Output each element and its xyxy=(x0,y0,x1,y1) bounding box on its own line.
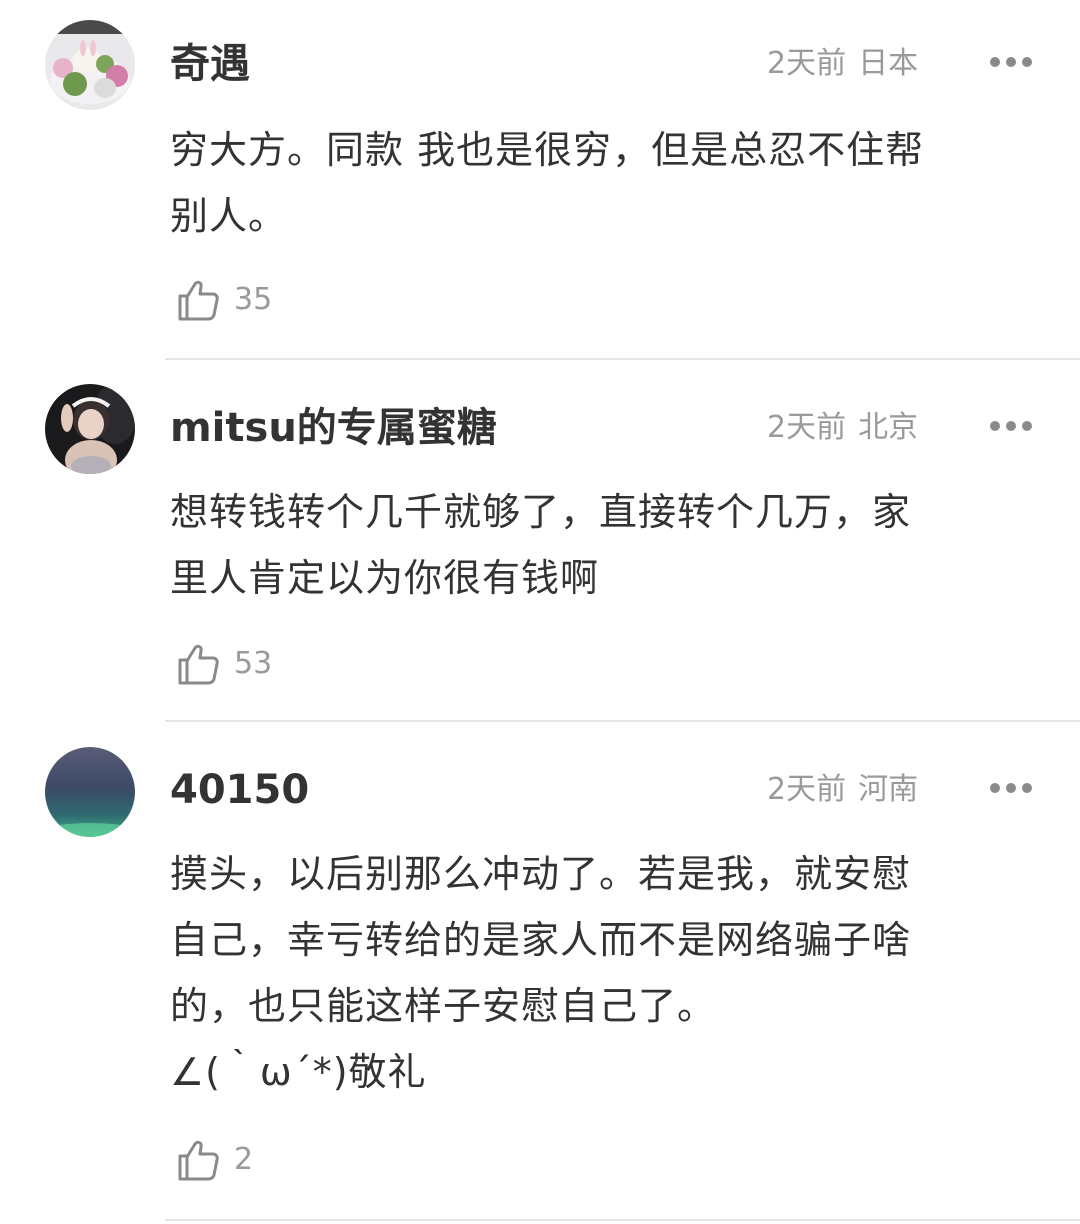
location: 北京 xyxy=(858,410,919,445)
like-button[interactable]: 53 xyxy=(176,640,272,688)
timestamp: 2天前 xyxy=(767,46,847,81)
divider xyxy=(165,358,1080,360)
avatar[interactable] xyxy=(45,20,135,110)
like-button[interactable]: 35 xyxy=(176,276,272,324)
username[interactable]: mitsu的专属蜜糖 xyxy=(170,404,497,452)
more-dots-icon[interactable] xyxy=(986,778,1036,798)
divider xyxy=(165,1219,1080,1221)
comment-text-line: 穷大方。同款 我也是很穷，但是总忍不住帮 xyxy=(170,128,925,172)
comment-text: 想转钱转个几千就够了，直接转个几万，家 里人肯定以为你很有钱啊 xyxy=(170,479,1050,611)
more-dots-icon[interactable] xyxy=(986,52,1036,72)
like-button[interactable]: 2 xyxy=(176,1136,253,1184)
comment-meta: 2天前 河南 xyxy=(767,770,918,810)
timestamp: 2天前 xyxy=(767,772,847,807)
comment-text-line: 里人肯定以为你很有钱啊 xyxy=(170,556,600,600)
thumbs-up-icon xyxy=(178,280,219,321)
comment-meta: 2天前 北京 xyxy=(767,408,918,448)
comment-text-line: 自己，幸亏转给的是家人而不是网络骗子啥 xyxy=(170,918,912,962)
dessert-photo-avatar xyxy=(45,20,135,110)
username[interactable]: 40150 xyxy=(170,766,309,814)
comment-list: 奇遇 2天前 日本 穷大方。同款 我也是很穷，但是总忍不住帮 别人。 35 mi… xyxy=(0,0,1080,1224)
comment-text: 穷大方。同款 我也是很穷，但是总忍不住帮 别人。 xyxy=(170,117,1050,249)
comment-text-line: ∠(｀ω´*)敬礼 xyxy=(170,1050,427,1094)
comment-item: mitsu的专属蜜糖 2天前 北京 想转钱转个几千就够了，直接转个几万，家 里人肯… xyxy=(0,362,1080,722)
comment-text-line: 想转钱转个几千就够了，直接转个几万，家 xyxy=(170,490,912,534)
portrait-photo-avatar xyxy=(45,384,135,474)
divider xyxy=(165,720,1080,722)
comment-item: 40150 2天前 河南 摸头，以后别那么冲动了。若是我，就安慰 自己，幸亏转给的… xyxy=(0,724,1080,1224)
comment-text-line: 别人。 xyxy=(170,194,288,238)
aurora-photo-avatar xyxy=(45,747,135,837)
thumbs-up-icon xyxy=(178,644,219,685)
comment-item: 奇遇 2天前 日本 穷大方。同款 我也是很穷，但是总忍不住帮 别人。 35 xyxy=(0,0,1080,360)
like-count: 53 xyxy=(234,646,273,681)
comment-text: 摸头，以后别那么冲动了。若是我，就安慰 自己，幸亏转给的是家人而不是网络骗子啥 … xyxy=(170,841,1050,1105)
username[interactable]: 奇遇 xyxy=(170,40,250,88)
like-count: 35 xyxy=(234,282,273,317)
comment-text-line: 的，也只能这样子安慰自己了。 xyxy=(170,984,717,1028)
comment-meta: 2天前 日本 xyxy=(767,44,918,84)
comment-text-line: 摸头，以后别那么冲动了。若是我，就安慰 xyxy=(170,852,912,896)
location: 河南 xyxy=(858,772,919,807)
avatar[interactable] xyxy=(45,747,135,837)
like-count: 2 xyxy=(234,1142,254,1177)
location: 日本 xyxy=(858,46,919,81)
more-dots-icon[interactable] xyxy=(986,416,1036,436)
timestamp: 2天前 xyxy=(767,410,847,445)
thumbs-up-icon xyxy=(178,1140,219,1181)
avatar[interactable] xyxy=(45,384,135,474)
